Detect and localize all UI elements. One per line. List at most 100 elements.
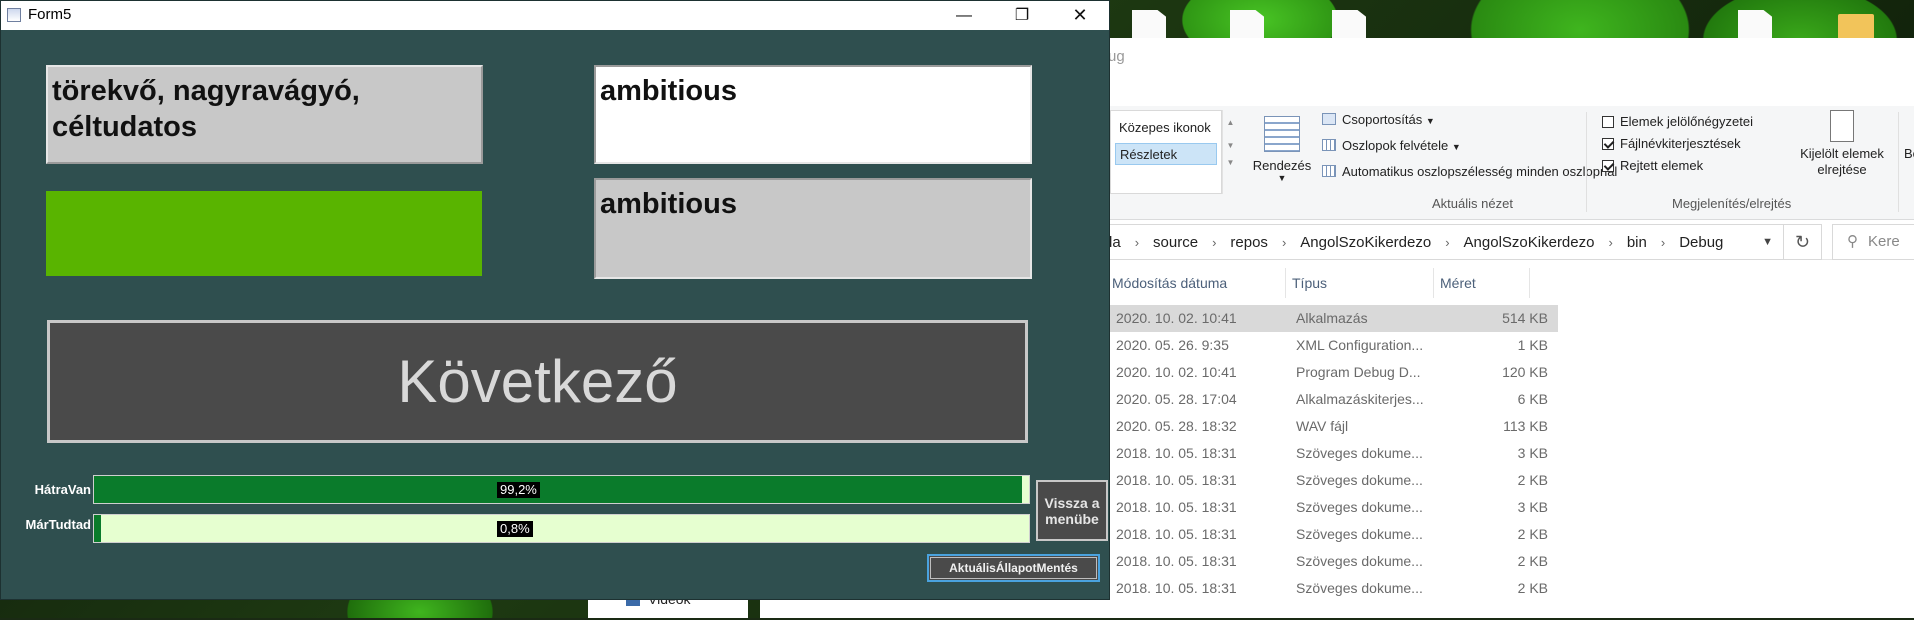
sort-label: Rendezés (1252, 158, 1312, 173)
refresh-icon[interactable]: ↻ (1784, 224, 1822, 260)
file-date: 2018. 10. 05. 18:31 (1116, 472, 1237, 488)
save-state-button[interactable]: AktuálisÁllapotMentés (927, 554, 1100, 582)
correct-answer-box: ambitious (594, 178, 1032, 279)
breadcrumb-item[interactable]: AngolSzoKikerdezo (1300, 234, 1431, 251)
file-row[interactable]: 2018. 10. 05. 18:31 Szöveges dokume... 2 K… (1106, 575, 1558, 602)
chevron-right-icon[interactable]: › (1212, 235, 1216, 250)
column-header-date[interactable]: Módosítás dátuma (1106, 268, 1286, 298)
file-row[interactable]: 2020. 05. 28. 17:04 Alkalmazáskiterjes...… (1106, 386, 1558, 413)
window-title: Form5 (28, 6, 72, 23)
file-date: 2020. 10. 02. 10:41 (1116, 310, 1237, 326)
checkbox-checked[interactable] (1602, 160, 1614, 172)
breadcrumb[interactable]: la › source › repos › AngolSzoKikerdezo … (1090, 224, 1784, 260)
remaining-progress-bar: 99,2% (93, 475, 1030, 504)
chevron-right-icon[interactable]: › (1661, 235, 1665, 250)
file-row[interactable]: 2018. 10. 05. 18:31 Szöveges dokume... 2 K… (1106, 521, 1558, 548)
add-columns-button[interactable]: Oszlopok felvétele ▼ (1322, 138, 1461, 153)
add-columns-label: Oszlopok felvétele (1342, 138, 1449, 153)
file-list[interactable]: Módosítás dátuma Típus Méret 2020. 10. 0… (1090, 260, 1914, 620)
file-row[interactable]: 2018. 10. 05. 18:31 Szöveges dokume... 2 K… (1106, 467, 1558, 494)
checkbox[interactable] (1602, 116, 1614, 128)
close-button[interactable]: ✕ (1057, 1, 1103, 30)
file-size: 120 KB (1502, 364, 1548, 380)
next-button[interactable]: Következő (47, 320, 1028, 443)
chevron-right-icon[interactable]: › (1282, 235, 1286, 250)
layout-option-medium-icons[interactable]: Közepes ikonok (1115, 117, 1217, 139)
chevron-down-icon[interactable]: ▼ (1762, 236, 1773, 248)
desktop-folder-icon[interactable] (1838, 14, 1874, 40)
search-icon: ⚲ (1847, 233, 1858, 250)
search-input[interactable]: ⚲ Kere (1832, 224, 1914, 260)
answer-input[interactable]: ambitious (594, 65, 1032, 164)
file-type: XML Configuration... (1296, 337, 1424, 353)
answer-status-indicator (46, 191, 482, 276)
item-checkboxes-toggle[interactable]: Elemek jelölőnégyzetei (1602, 114, 1753, 129)
file-row[interactable]: 2018. 10. 05. 18:31 Szöveges dokume... 2 K… (1106, 548, 1558, 575)
gallery-expand-icon[interactable]: ▼ (1223, 158, 1238, 167)
chevron-right-icon[interactable]: › (1608, 235, 1612, 250)
desktop-file-icon[interactable] (1230, 10, 1264, 40)
file-explorer-window: ug Közepes ikonok Részletek ▲ ▼ ▼ Rendez… (1090, 38, 1914, 618)
checkbox-checked[interactable] (1602, 138, 1614, 150)
explorer-ribbon: Közepes ikonok Részletek ▲ ▼ ▼ Rendezés … (1090, 106, 1914, 220)
breadcrumb-item[interactable]: source (1153, 234, 1198, 251)
group-by-button[interactable]: Csoportosítás ▼ (1322, 112, 1435, 127)
sort-button[interactable]: Rendezés ▼ (1252, 116, 1312, 183)
back-to-menu-button[interactable]: Vissza a menübe (1036, 480, 1108, 541)
breadcrumb-item[interactable]: Debug (1679, 234, 1723, 251)
fit-columns-button[interactable]: Automatikus oszlopszélesség minden oszlo… (1322, 164, 1617, 179)
ribbon-next-item-fragment[interactable]: Be (1904, 146, 1914, 161)
scroll-up-icon[interactable]: ▲ (1223, 118, 1238, 127)
file-extensions-toggle[interactable]: Fájlnévkiterjesztések (1602, 136, 1741, 151)
file-row[interactable]: 2020. 05. 26. 9:35 XML Configuration... 1 … (1106, 332, 1558, 359)
file-row[interactable]: 2018. 10. 05. 18:31 Szöveges dokume... 3 K… (1106, 440, 1558, 467)
hidden-items-toggle[interactable]: Rejtett elemek (1602, 158, 1703, 173)
file-date: 2020. 10. 02. 10:41 (1116, 364, 1237, 380)
file-row[interactable]: 2020. 05. 28. 18:32 WAV fájl 113 KB (1106, 413, 1558, 440)
breadcrumb-item[interactable]: bin (1627, 234, 1647, 251)
chevron-down-icon: ▼ (1451, 142, 1461, 152)
file-row[interactable]: 2020. 10. 02. 10:41 Program Debug D... 120… (1106, 359, 1558, 386)
column-header-size[interactable]: Méret (1434, 268, 1530, 298)
desktop-file-icon[interactable] (1132, 10, 1166, 40)
breadcrumb-item[interactable]: AngolSzoKikerdezo (1464, 234, 1595, 251)
file-size: 3 KB (1517, 445, 1548, 461)
title-bar[interactable]: Form5 — ❐ ✕ (1, 1, 1109, 30)
checkbox-label: Rejtett elemek (1620, 158, 1704, 173)
chevron-right-icon[interactable]: › (1445, 235, 1449, 250)
file-size: 2 KB (1517, 553, 1548, 569)
desktop-file-icon[interactable] (1738, 10, 1772, 40)
file-size: 2 KB (1517, 580, 1548, 596)
minimize-button[interactable]: — (941, 1, 987, 30)
file-type: Szöveges dokume... (1296, 553, 1423, 569)
file-row[interactable]: 2018. 10. 05. 18:31 Szöveges dokume... 3 K… (1106, 494, 1558, 521)
known-label: MárTudtad (25, 517, 91, 532)
layout-gallery-scroll[interactable]: ▲ ▼ ▼ (1222, 110, 1238, 194)
app-icon (7, 8, 21, 22)
hide-selected-icon (1830, 110, 1854, 142)
file-type: Szöveges dokume... (1296, 499, 1423, 515)
column-header-type[interactable]: Típus (1286, 268, 1434, 298)
desktop-file-icon[interactable] (1332, 10, 1366, 40)
fit-columns-icon (1322, 165, 1336, 177)
hide-selected-label: Kijelölt elemek elrejtése (1800, 146, 1884, 177)
file-date: 2018. 10. 05. 18:31 (1116, 580, 1237, 596)
file-date: 2018. 10. 05. 18:31 (1116, 526, 1237, 542)
progress-percent: 99,2% (497, 482, 540, 498)
file-type: WAV fájl (1296, 418, 1349, 434)
layout-option-details[interactable]: Részletek (1115, 143, 1217, 165)
file-size: 2 KB (1517, 472, 1548, 488)
maximize-button[interactable]: ❐ (999, 1, 1045, 30)
file-row[interactable]: 2020. 10. 02. 10:41 Alkalmazás 514 KB (1106, 305, 1558, 332)
form5-window: Form5 — ❐ ✕ törekvő, nagyravágyó, céltud… (0, 0, 1110, 600)
explorer-title-fragment: ug (1108, 48, 1125, 65)
file-size: 3 KB (1517, 499, 1548, 515)
address-bar[interactable]: la › source › repos › AngolSzoKikerdezo … (1090, 224, 1914, 260)
chevron-right-icon[interactable]: › (1135, 235, 1139, 250)
layout-gallery[interactable]: Közepes ikonok Részletek (1110, 110, 1222, 194)
scroll-down-icon[interactable]: ▼ (1223, 141, 1238, 150)
hide-selected-button[interactable]: Kijelölt elemek elrejtése (1796, 110, 1888, 178)
breadcrumb-item[interactable]: la (1109, 234, 1121, 251)
breadcrumb-item[interactable]: repos (1230, 234, 1268, 251)
remaining-label: HátraVan (34, 482, 91, 497)
